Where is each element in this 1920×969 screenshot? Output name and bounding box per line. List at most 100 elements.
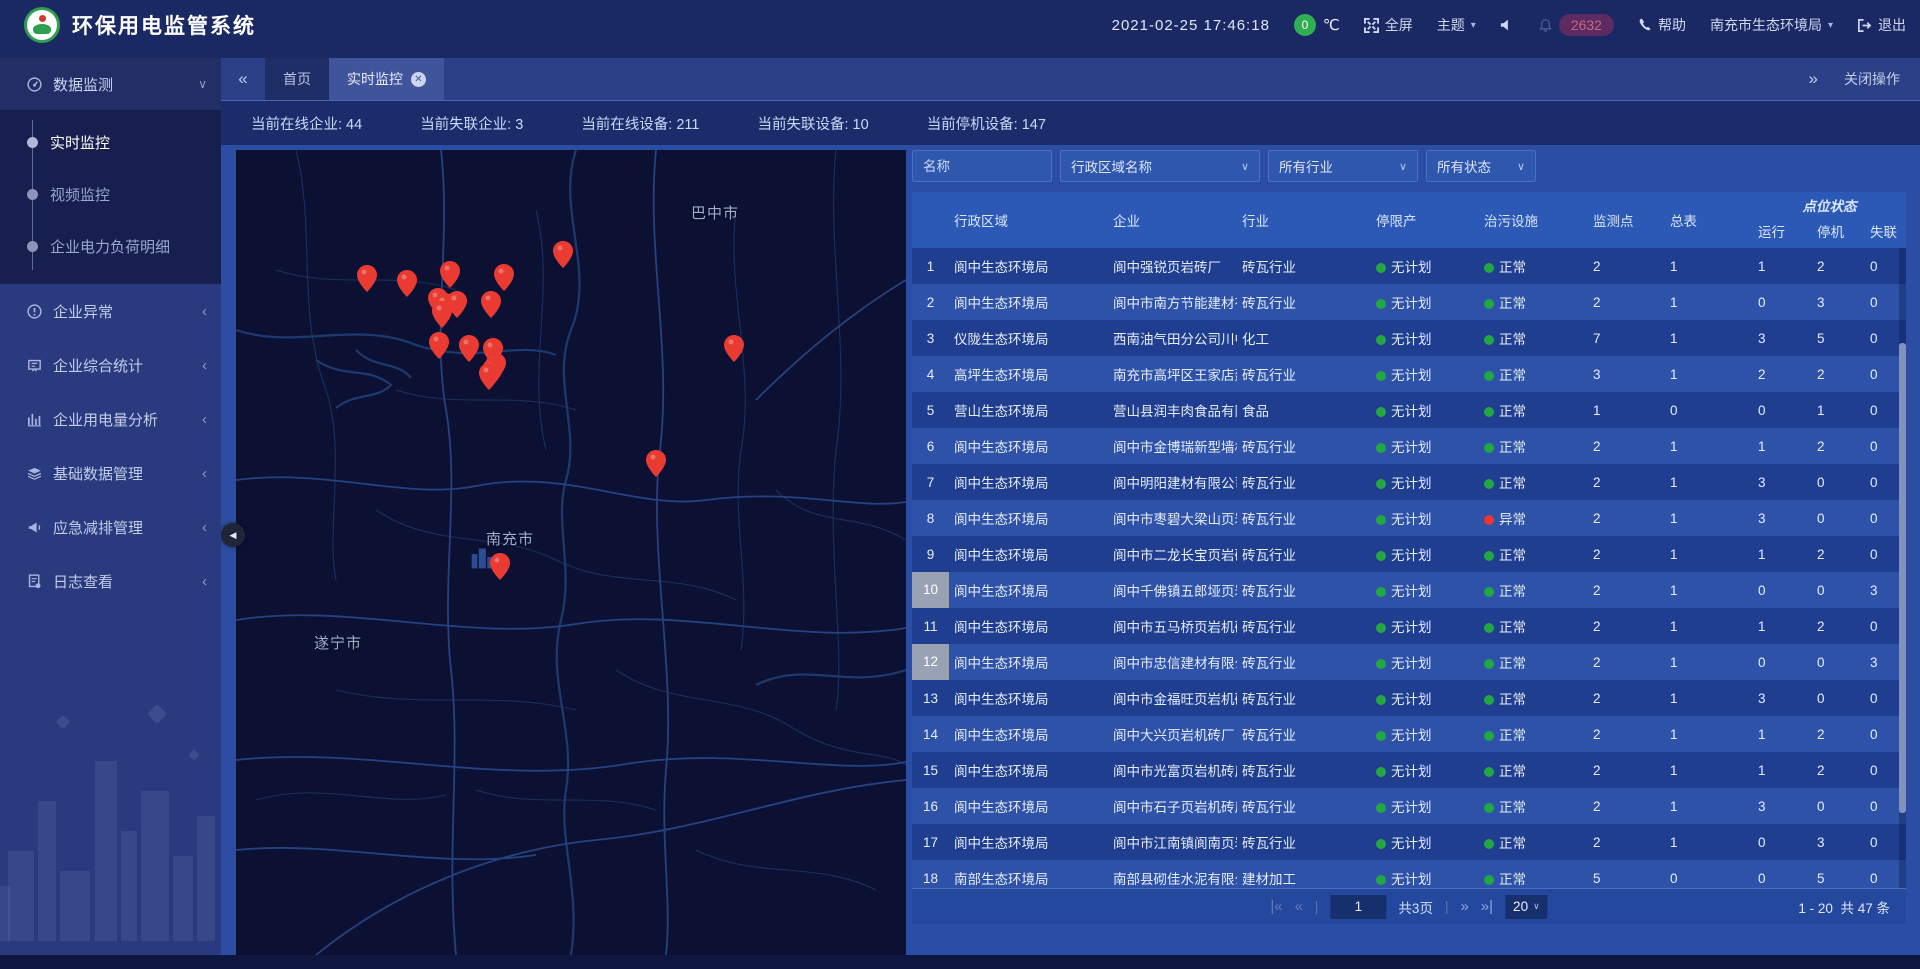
table-row[interactable]: 5营山生态环境局营山县润丰肉食品有限食品无计划正常10010 [912,392,1906,428]
map-city-label: 遂宁市 [314,632,362,653]
map-pin-icon[interactable] [646,450,666,477]
page-size-select[interactable]: 20 ∨ [1505,895,1548,919]
layers-icon [26,465,43,482]
industry-filter-select[interactable]: 所有行业 ∨ [1268,150,1418,182]
bullet-dot-icon [27,189,38,200]
map-pin-icon[interactable] [357,265,377,292]
sidebar-item-企业综合统计[interactable]: 企业综合统计‹ [0,338,221,392]
cell-limit: 无计划 [1371,256,1479,276]
table-row[interactable]: 4高坪生态环境局南充市高坪区王家店建砖瓦行业无计划正常31220 [912,356,1906,392]
tabs-scroll-right-button[interactable]: » [1809,69,1818,89]
cell-facility: 正常 [1479,436,1588,456]
first-page-button[interactable]: |« [1270,899,1282,914]
logout-button[interactable]: 退出 [1857,15,1906,35]
map-pin-icon[interactable] [481,291,501,318]
sidebar-item-企业用电量分析[interactable]: 企业用电量分析‹ [0,392,221,446]
map-pin-icon[interactable] [459,335,479,362]
map-collapse-handle[interactable]: ◀ [221,523,245,547]
map-pin-icon[interactable] [724,335,744,362]
sidebar-group-0: 数据监测∨ 实时监控视频监控企业电力负荷明细 [0,58,221,284]
table-row[interactable]: 12阆中生态环境局阆中市忠信建材有限公砖瓦行业无计划正常21003 [912,644,1906,680]
sidebar-item-企业异常[interactable]: 企业异常‹ [0,284,221,338]
map-pin-icon[interactable] [494,264,514,291]
table-row[interactable]: 9阆中生态环境局阆中市二龙长宝页岩砖砖瓦行业无计划正常21120 [912,536,1906,572]
cell-running: 0 [1753,403,1812,418]
map-pin-icon[interactable] [490,553,510,580]
column-header-index [912,192,949,248]
cell-running: 3 [1753,475,1812,490]
sound-mute-button[interactable] [1500,18,1514,32]
map-pin-icon[interactable] [479,363,499,390]
sidebar-item-应急减排管理[interactable]: 应急减排管理‹ [0,500,221,554]
cell-industry: 砖瓦行业 [1237,292,1371,312]
cell-company: 阆中市南方节能建材有 [1108,292,1237,312]
megaphone-icon [26,519,43,536]
app-title: 环保用电监管系统 [72,10,256,40]
next-page-button[interactable]: » [1460,899,1468,914]
cell-num: 11 [912,619,949,634]
cell-facility: 正常 [1479,724,1588,744]
table-row[interactable]: 2阆中生态环境局阆中市南方节能建材有砖瓦行业无计划正常21030 [912,284,1906,320]
table-row[interactable]: 14阆中生态环境局阆中大兴页岩机砖厂砖瓦行业无计划正常21120 [912,716,1906,752]
map-pin-icon[interactable] [429,332,449,359]
cell-facility: 正常 [1479,544,1588,564]
org-dropdown[interactable]: 南充市生态环境局 ▾ [1710,15,1833,35]
cell-stopped: 2 [1812,727,1865,742]
sidebar-subitem-视频监控[interactable]: 视频监控 [0,168,221,220]
theme-dropdown[interactable]: 主题 ▾ [1437,15,1476,35]
tab-实时监控[interactable]: 实时监控✕ [329,58,444,100]
name-filter-input[interactable] [912,150,1052,182]
fullscreen-button[interactable]: 全屏 [1364,15,1413,35]
map-pin-icon[interactable] [397,270,417,297]
log-icon [26,573,43,590]
sidebar-subitem-企业电力负荷明细[interactable]: 企业电力负荷明细 [0,220,221,272]
sidebar-subitem-实时监控[interactable]: 实时监控 [0,116,221,168]
sidebar-item-基础数据管理[interactable]: 基础数据管理‹ [0,446,221,500]
table-row[interactable]: 15阆中生态环境局阆中市光富页岩机砖厂砖瓦行业无计划正常21120 [912,752,1906,788]
cell-limit: 无计划 [1371,796,1479,816]
help-button[interactable]: 帮助 [1638,15,1686,35]
cell-num: 15 [912,763,949,778]
prev-page-button[interactable]: « [1295,899,1303,914]
table-row[interactable]: 7阆中生态环境局阆中明阳建材有限公司砖瓦行业无计划正常21300 [912,464,1906,500]
table-row[interactable]: 10阆中生态环境局阆中千佛镇五郎垭页岩砖瓦行业无计划正常21003 [912,572,1906,608]
page-number-input[interactable] [1330,895,1386,919]
cell-num: 3 [912,331,949,346]
notification-button[interactable]: 2632 [1538,14,1614,36]
group-header-label: 点位状态 [1753,192,1906,218]
cell-running: 0 [1753,583,1812,598]
table-row[interactable]: 18南部生态环境局南部县砌佳水泥有限公建材加工无计划正常50050 [912,860,1906,888]
cell-company: 阆中强锐页岩砖厂 [1108,256,1237,276]
map-pin-icon[interactable] [440,261,460,288]
cell-points: 2 [1588,835,1665,850]
status-dot-icon [1484,839,1494,849]
table-row[interactable]: 1阆中生态环境局阆中强锐页岩砖厂砖瓦行业无计划正常21120 [912,248,1906,284]
region-filter-select[interactable]: 行政区域名称 ∨ [1060,150,1260,182]
last-page-button[interactable]: »| [1481,899,1493,914]
sidebar-item-数据监测[interactable]: 数据监测∨ [0,58,221,110]
table-row[interactable]: 11阆中生态环境局阆中市五马桥页岩机砖砖瓦行业无计划正常21120 [912,608,1906,644]
cell-meters: 0 [1665,403,1753,418]
cell-meters: 1 [1665,835,1753,850]
table-row[interactable]: 13阆中生态环境局阆中市金福旺页岩机砖砖瓦行业无计划正常21300 [912,680,1906,716]
table-row[interactable]: 6阆中生态环境局阆中市金博瑞新型墙材砖瓦行业无计划正常21120 [912,428,1906,464]
table-row[interactable]: 8阆中生态环境局阆中市枣碧大梁山页岩砖瓦行业无计划异常21300 [912,500,1906,536]
table-row[interactable]: 17阆中生态环境局阆中市江南镇阆南页岩砖瓦行业无计划正常21030 [912,824,1906,860]
cell-facility: 正常 [1479,616,1588,636]
close-icon[interactable]: ✕ [411,72,426,87]
cell-region: 阆中生态环境局 [949,652,1108,672]
cell-points: 2 [1588,691,1665,706]
column-header-治污设施: 治污设施 [1479,192,1588,248]
close-operations-button[interactable]: 关闭操作 [1844,69,1900,89]
scrollbar-thumb[interactable] [1899,343,1906,813]
sidebar-item-日志查看[interactable]: 日志查看‹ [0,554,221,608]
cell-meters: 1 [1665,547,1753,562]
status-filter-select[interactable]: 所有状态 ∨ [1426,150,1536,182]
tabs-scroll-left-button[interactable]: « [221,58,265,100]
table-row[interactable]: 3仪陇生态环境局西南油气田分公司川中化工无计划正常71350 [912,320,1906,356]
map-pin-icon[interactable] [432,301,452,328]
table-row[interactable]: 16阆中生态环境局阆中市石子页岩机砖厂砖瓦行业无计划正常21300 [912,788,1906,824]
tab-首页[interactable]: 首页 [265,58,329,100]
map-canvas[interactable]: 巴中市南充市遂宁市 [236,150,906,955]
map-pin-icon[interactable] [553,241,573,268]
